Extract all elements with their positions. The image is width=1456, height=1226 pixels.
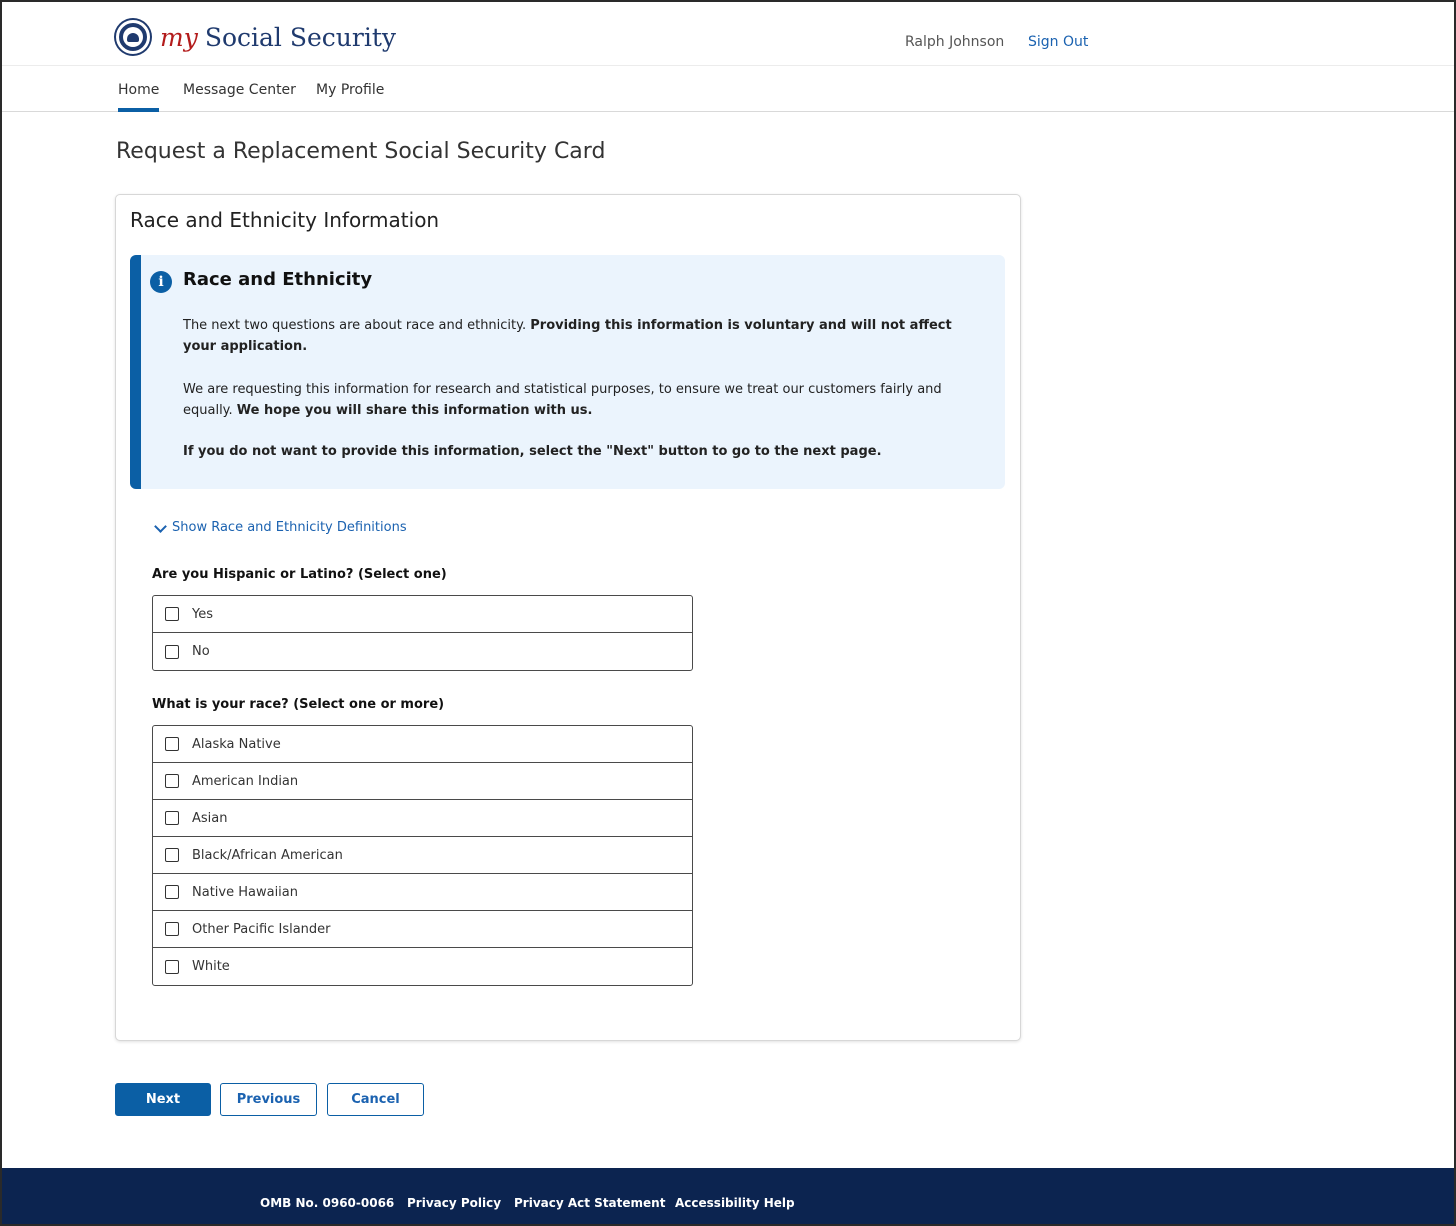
- race-option-native-hawaiian[interactable]: Native Hawaiian: [153, 874, 692, 911]
- site-header: my Social Security Ralph Johnson Sign Out: [2, 2, 1454, 66]
- info-paragraph-skip: If you do not want to provide this infor…: [183, 441, 973, 462]
- card-title: Race and Ethnicity Information: [130, 208, 440, 232]
- user-name: Ralph Johnson: [905, 34, 1005, 50]
- info-title: Race and Ethnicity: [183, 269, 373, 290]
- logo-my: my: [160, 22, 198, 52]
- hispanic-options: Yes No: [152, 595, 693, 671]
- previous-button[interactable]: Previous: [220, 1083, 317, 1116]
- show-definitions-link[interactable]: Show Race and Ethnicity Definitions: [154, 519, 407, 535]
- option-label: No: [192, 644, 210, 659]
- race-option-american-indian[interactable]: American Indian: [153, 763, 692, 800]
- checkbox[interactable]: [165, 848, 179, 862]
- option-label: Native Hawaiian: [192, 884, 298, 900]
- checkbox[interactable]: [165, 885, 179, 899]
- option-label: Other Pacific Islander: [192, 921, 331, 937]
- checkbox[interactable]: [165, 774, 179, 788]
- checkbox[interactable]: [165, 959, 179, 974]
- option-label: Yes: [192, 606, 213, 622]
- next-button[interactable]: Next: [115, 1083, 211, 1116]
- race-option-alaska-native[interactable]: Alaska Native: [153, 726, 692, 763]
- cancel-button[interactable]: Cancel: [327, 1083, 424, 1116]
- logo-text: my Social Security: [160, 23, 396, 52]
- race-option-other-pacific-islander[interactable]: Other Pacific Islander: [153, 911, 692, 948]
- option-label: Alaska Native: [192, 736, 281, 752]
- option-label: Black/African American: [192, 847, 343, 863]
- info-p1-text: The next two questions are about race an…: [183, 318, 531, 333]
- race-ethnicity-card: Race and Ethnicity Information i Race an…: [115, 194, 1021, 1041]
- privacy-policy-link[interactable]: Privacy Policy: [407, 1196, 501, 1210]
- race-option-white[interactable]: White: [153, 948, 692, 985]
- info-p2-bold: We hope you will share this information …: [236, 403, 593, 418]
- nav-item-home[interactable]: Home: [118, 82, 160, 112]
- race-option-black-african-american[interactable]: Black/African American: [153, 837, 692, 874]
- site-footer: OMB No. 0960-0066 Privacy Policy Privacy…: [2, 1168, 1454, 1224]
- race-question-label: What is your race? (Select one or more): [152, 697, 445, 712]
- race-option-asian[interactable]: Asian: [153, 800, 692, 837]
- chevron-down-icon: [154, 519, 167, 533]
- info-paragraph-voluntary: The next two questions are about race an…: [183, 315, 973, 357]
- hispanic-option-no[interactable]: No: [153, 633, 692, 670]
- info-icon: i: [150, 271, 172, 293]
- omb-number: OMB No. 0960-0066: [260, 1196, 395, 1210]
- option-label: American Indian: [192, 773, 299, 789]
- logo-wordmark: Social Security: [204, 22, 397, 52]
- hispanic-option-yes[interactable]: Yes: [153, 596, 692, 633]
- checkbox[interactable]: [165, 644, 179, 659]
- main-nav: Home Message Center My Profile: [2, 66, 1454, 112]
- privacy-act-statement-link[interactable]: Privacy Act Statement: [514, 1196, 665, 1210]
- hispanic-question-label: Are you Hispanic or Latino? (Select one): [152, 567, 447, 582]
- race-options: Alaska Native American Indian Asian Blac…: [152, 725, 693, 986]
- my-social-security-logo[interactable]: my Social Security: [116, 20, 396, 54]
- page-title: Request a Replacement Social Security Ca…: [116, 139, 606, 164]
- checkbox[interactable]: [165, 737, 179, 751]
- ssa-seal-icon: [116, 20, 150, 54]
- info-p3-bold: If you do not want to provide this infor…: [183, 444, 882, 459]
- nav-item-message-center[interactable]: Message Center: [183, 82, 296, 98]
- checkbox[interactable]: [165, 922, 179, 936]
- accessibility-help-link[interactable]: Accessibility Help: [675, 1196, 795, 1210]
- option-label: Asian: [192, 810, 228, 826]
- checkbox[interactable]: [165, 607, 179, 621]
- option-label: White: [192, 959, 230, 974]
- checkbox[interactable]: [165, 811, 179, 825]
- show-definitions-label: Show Race and Ethnicity Definitions: [172, 520, 407, 535]
- info-paragraph-purpose: We are requesting this information for r…: [183, 379, 973, 421]
- nav-item-my-profile[interactable]: My Profile: [316, 82, 384, 98]
- info-alert: i Race and Ethnicity The next two questi…: [130, 255, 1005, 489]
- sign-out-link[interactable]: Sign Out: [1028, 34, 1088, 50]
